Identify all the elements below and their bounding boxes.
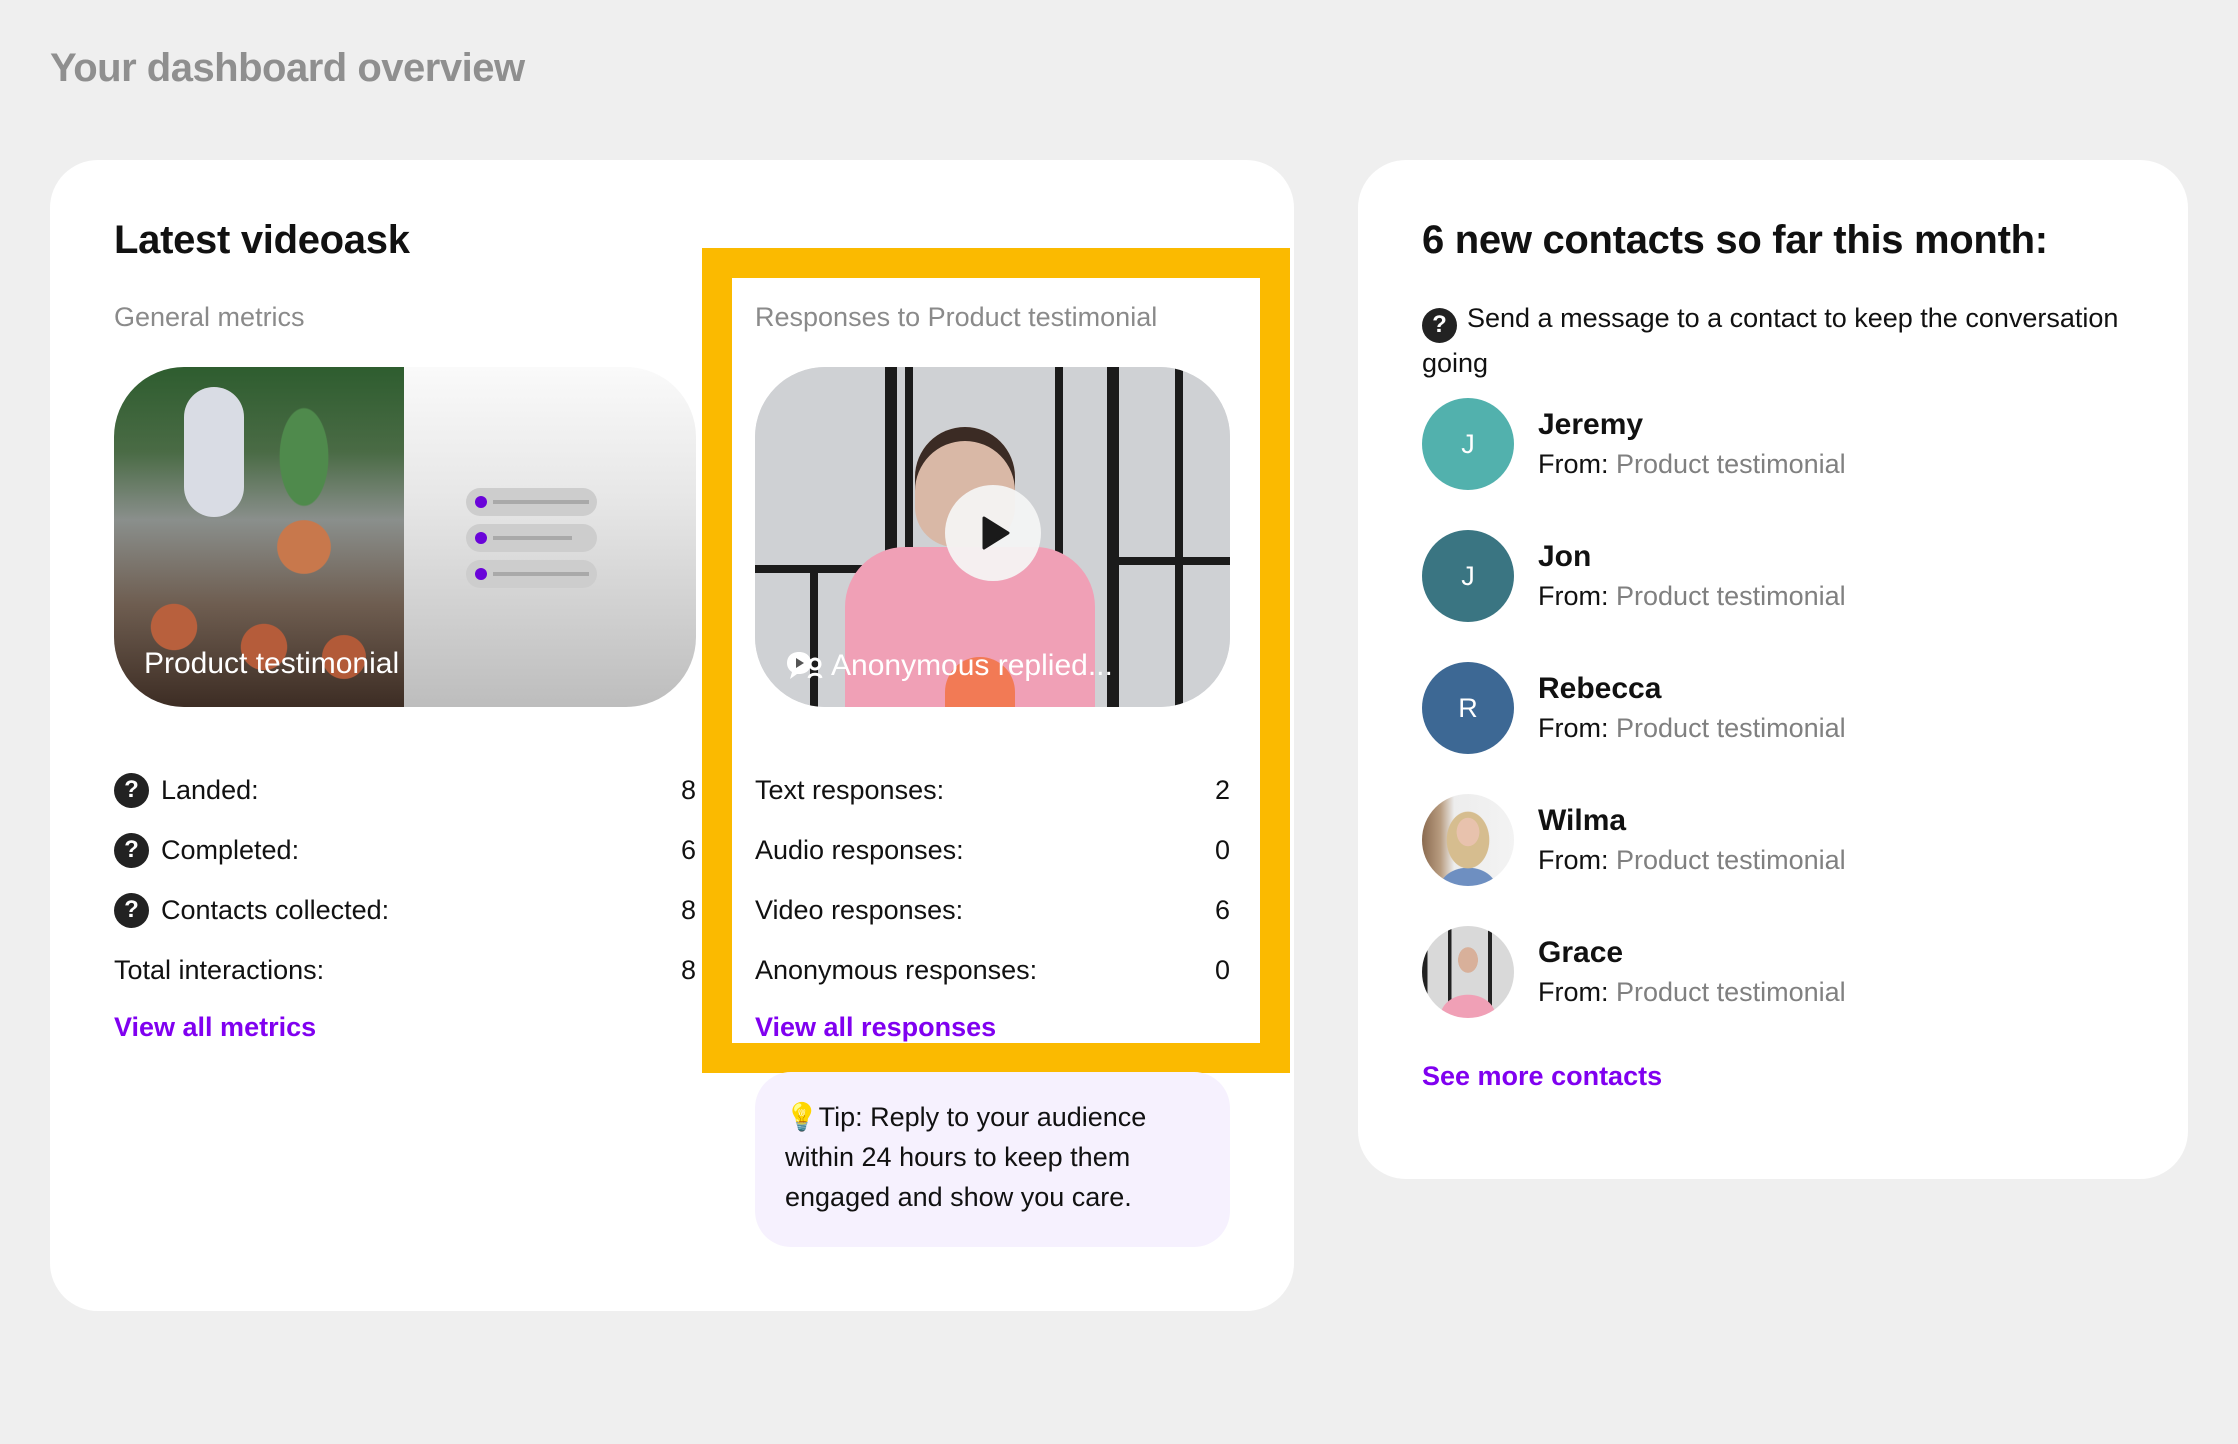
metric-row-contacts-collected: ? Contacts collected: [114,890,389,930]
response-row-audio: Audio responses: [755,830,964,870]
contact-item[interactable]: J Jeremy From: Product testimonial [1422,398,2122,490]
avatar-initial: J [1461,560,1475,591]
play-button[interactable] [945,485,1041,581]
video-caption: Anonymous replied... [785,649,1113,683]
contact-name: Jeremy [1538,408,1644,441]
video-caption-text: Anonymous replied... [831,649,1113,682]
contact-name: Wilma [1538,804,1627,837]
contacts-title: 6 new contacts so far this month: [1422,218,2048,262]
option-dot-icon [475,568,487,580]
contact-item[interactable]: Grace From: Product testimonial [1422,926,2122,1018]
tip-text: Tip: Reply to your audience within 24 ho… [785,1102,1147,1212]
contacts-hint: ? Send a message to a contact to keep the… [1422,298,2122,383]
metric-row-landed: ? Landed: [114,770,259,810]
metric-value: 6 [680,835,696,865]
response-value: 2 [1214,775,1230,805]
option-pill [466,524,597,552]
general-metrics-heading: General metrics [114,302,305,332]
contact-item[interactable]: J Jon From: Product testimonial [1422,530,2122,622]
from-label: From: [1538,977,1609,1007]
metric-label: Landed: [161,774,259,805]
screen-frame [1115,557,1230,565]
metric-row-completed: ? Completed: [114,830,299,870]
contact-name: Grace [1538,936,1624,969]
option-line [493,572,589,576]
response-label: Anonymous responses: [755,954,1038,985]
help-icon[interactable]: ? [114,892,149,928]
metric-value: 8 [680,775,696,805]
metric-label: Contacts collected: [161,894,390,925]
help-icon[interactable]: ? [1422,307,1457,343]
lightbulb-icon: 💡 [785,1102,819,1132]
screen-frame [810,567,818,707]
contact-source: Product testimonial [1616,713,1846,743]
view-all-metrics-link[interactable]: View all metrics [114,1012,316,1043]
video-reply-icon [787,652,823,679]
from-label: From: [1538,713,1609,743]
response-value: 0 [1214,955,1230,985]
option-dot-icon [475,496,487,508]
metric-label: Completed: [161,834,300,865]
avatar: R [1422,662,1514,754]
contact-source: Product testimonial [1616,449,1846,479]
help-icon[interactable]: ? [114,772,149,808]
response-label: Text responses: [755,774,945,805]
response-label: Audio responses: [755,834,964,865]
glove-shape [184,387,244,517]
contact-item[interactable]: Wilma From: Product testimonial [1422,794,2122,886]
option-pill [466,560,597,588]
see-more-contacts-link[interactable]: See more contacts [1422,1061,1662,1092]
option-line [493,536,572,540]
response-value: 0 [1214,835,1230,865]
response-value: 6 [1214,895,1230,925]
metric-value: 8 [680,895,696,925]
option-pill [466,488,597,516]
view-all-responses-link[interactable]: View all responses [755,1012,996,1043]
videoask-thumbnail[interactable]: Product testimonial [114,367,696,707]
metric-label: Total interactions: [114,954,325,985]
contacts-hint-text: Send a message to a contact to keep the … [1422,303,2119,378]
screen-frame [1175,367,1183,707]
response-row-video: Video responses: [755,890,963,930]
contact-source: Product testimonial [1616,977,1846,1007]
metric-value: 8 [680,955,696,985]
tip-box: 💡Tip: Reply to your audience within 24 h… [755,1072,1230,1247]
contact-source: Product testimonial [1616,845,1846,875]
thumbnail-caption: Product testimonial [144,647,400,680]
from-label: From: [1538,581,1609,611]
metric-row-total-interactions: Total interactions: [114,950,324,990]
avatar-initial: R [1458,692,1478,723]
response-label: Video responses: [755,894,964,925]
response-row-anonymous: Anonymous responses: [755,950,1037,990]
latest-videoask-title: Latest videoask [114,218,410,262]
option-dot-icon [475,532,487,544]
avatar-initial: J [1461,428,1475,459]
avatar-photo [1422,926,1514,1018]
plant-leaves [264,377,344,527]
contact-name: Rebecca [1538,672,1662,705]
page-title: Your dashboard overview [50,46,525,90]
avatar: J [1422,398,1514,490]
from-label: From: [1538,845,1609,875]
contact-source: Product testimonial [1616,581,1846,611]
help-icon[interactable]: ? [114,832,149,868]
contact-name: Jon [1538,540,1592,573]
option-line [493,500,589,504]
avatar-photo [1422,794,1514,886]
from-label: From: [1538,449,1609,479]
response-row-text: Text responses: [755,770,944,810]
avatar: J [1422,530,1514,622]
response-video-thumbnail[interactable]: Anonymous replied... [755,367,1230,707]
play-icon [982,516,1010,550]
contact-item[interactable]: R Rebecca From: Product testimonial [1422,662,2122,754]
responses-heading: Responses to Product testimonial [755,302,1158,332]
